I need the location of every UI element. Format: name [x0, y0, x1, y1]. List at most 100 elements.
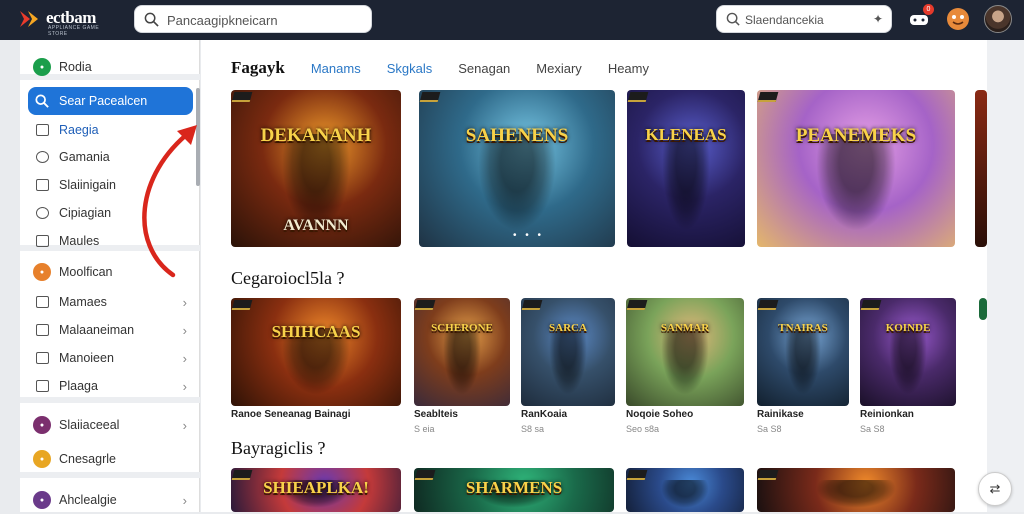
notification-badge: 0	[923, 4, 934, 15]
game-card[interactable]: SANMAR	[626, 298, 744, 406]
sidebar-item-label: Mamaes	[59, 295, 107, 309]
sidebar-item-15[interactable]: ● Ahclealgie ›	[28, 486, 193, 514]
sidebar-item-label: Malaaneiman	[59, 323, 135, 337]
game-title-art: TNAIRAS	[778, 322, 828, 334]
game-caption[interactable]: Reinionkan	[860, 409, 914, 420]
game-card-peek[interactable]	[975, 90, 987, 247]
game-title-art: PEANEMEKS	[795, 125, 917, 146]
game-art	[661, 328, 709, 396]
tab-6[interactable]: Heamy	[608, 61, 649, 76]
tab-5[interactable]: Mexiary	[536, 61, 582, 76]
rating-badge	[414, 300, 436, 310]
rating-badge	[521, 300, 543, 310]
profile-mascot-button[interactable]	[945, 6, 971, 32]
game-card[interactable]: PEANEMEKS	[757, 90, 955, 247]
sidebar-item-label: Slaiiaceeal	[59, 418, 120, 432]
game-card[interactable]: DEKANANH AVANNN	[231, 90, 401, 247]
sidebar-item-13[interactable]: ● Slaiiaceeal ›	[28, 411, 193, 439]
sidebar-item-9[interactable]: Mamaes ›	[28, 288, 193, 316]
logo-tagline: APPLIANCE GAME STORE	[48, 25, 100, 37]
game-meta: Seo s8a	[626, 424, 660, 434]
sidebar-item-14[interactable]: ● Cnesagrle	[28, 445, 193, 473]
game-caption[interactable]: Ranoe Seneanag Bainagi	[231, 409, 350, 420]
game-card[interactable]: SHIHCAAS	[231, 298, 401, 406]
sidebar-item-10[interactable]: Malaaneiman ›	[28, 316, 193, 344]
search-small-icon	[33, 349, 51, 367]
gold-circle-icon: ●	[33, 450, 51, 468]
game-art	[661, 480, 709, 508]
game-card[interactable]: SHARMENS	[414, 468, 614, 512]
lock-icon	[33, 321, 51, 339]
search-icon	[726, 12, 740, 26]
chat-icon: ⇄	[989, 481, 1001, 496]
sidebar-item-label: Raegia	[59, 123, 99, 137]
sidebar-item-11[interactable]: Manoieen ›	[28, 344, 193, 372]
rating-badge	[626, 470, 648, 480]
image-icon	[33, 377, 51, 395]
help-button[interactable]: ⇄	[978, 472, 1012, 506]
user-avatar[interactable]	[984, 5, 1012, 33]
carousel-dots[interactable]: • • •	[513, 230, 544, 241]
game-title-art: KLENEAS	[645, 125, 727, 144]
game-card[interactable]: KOINDE	[860, 298, 956, 406]
violet-circle-icon: ●	[33, 491, 51, 509]
home-circle-icon: ●	[33, 58, 51, 76]
sidebar-item-1[interactable]: ● Rodia	[28, 53, 193, 81]
chevron-right-icon: ›	[182, 417, 187, 433]
game-caption[interactable]: Rainikase	[757, 409, 804, 420]
puzzle-icon	[33, 176, 51, 194]
chevron-right-icon: ›	[182, 322, 187, 338]
game-meta: S eia	[414, 424, 435, 434]
top-bar: ectbam APPLIANCE GAME STORE ✦ 0	[0, 0, 1024, 40]
tab-4[interactable]: Senagan	[458, 61, 510, 76]
logo-chevron-icon	[20, 11, 38, 27]
sidebar-item-label: Gamania	[59, 150, 110, 164]
game-caption[interactable]: RanKoaia	[521, 409, 567, 420]
secondary-search-input[interactable]	[745, 10, 863, 30]
sidebar-item-12[interactable]: Plaaga ›	[28, 372, 193, 400]
rating-badge	[860, 300, 882, 310]
annotation-arrow-icon	[142, 125, 197, 278]
tab-2[interactable]: Manams	[311, 61, 361, 76]
game-card[interactable]: SAHENENS • • •	[419, 90, 615, 247]
app-logo[interactable]: ectbam APPLIANCE GAME STORE	[20, 8, 112, 37]
sidebar-item-label: Plaaga	[59, 379, 98, 393]
game-caption[interactable]: Noqoie Soheo	[626, 409, 693, 420]
game-card[interactable]: KLENEAS	[627, 90, 745, 247]
game-art	[816, 133, 896, 232]
main-search-box[interactable]	[134, 5, 372, 33]
main-search-input[interactable]	[167, 10, 367, 30]
game-subtitle-art: AVANNN	[283, 217, 349, 234]
game-card[interactable]: SHIEAPLKA!	[231, 468, 401, 512]
sidebar-item-2[interactable]: Sear Pacealcen	[28, 87, 193, 115]
game-art	[784, 328, 822, 396]
sidebar-item-label: Rodia	[59, 60, 92, 74]
game-card[interactable]	[626, 468, 744, 512]
rating-badge	[627, 92, 649, 102]
game-meta: Sa S8	[860, 424, 885, 434]
rating-badge	[231, 300, 253, 310]
game-art	[549, 328, 587, 396]
rating-badge	[757, 300, 779, 310]
game-caption[interactable]: Seablteis	[414, 409, 458, 420]
game-card[interactable]: SARCA	[521, 298, 615, 406]
game-title-art: SHARMENS	[465, 478, 563, 497]
game-card-peek[interactable]	[979, 298, 987, 320]
game-card[interactable]	[757, 468, 955, 512]
voice-icon[interactable]: ✦	[873, 12, 883, 26]
search-icon	[33, 92, 51, 110]
secondary-search-box[interactable]: ✦	[716, 5, 892, 33]
orange-circle-icon: ●	[33, 263, 51, 281]
tab-3[interactable]: Skgkals	[387, 61, 433, 76]
notifications-button[interactable]: 0	[906, 4, 934, 32]
chevron-right-icon: ›	[182, 294, 187, 310]
game-title-art: KOINDE	[885, 322, 931, 334]
game-card[interactable]: SCHERONE	[414, 298, 510, 406]
rating-badge	[419, 92, 441, 102]
category-tabs: Fagayk Manams Skgkals Senagan Mexiary Heamy	[231, 58, 675, 78]
section-title: Bayragiclis ?	[231, 438, 326, 458]
game-card[interactable]: TNAIRAS	[757, 298, 849, 406]
tab-1[interactable]: Fagayk	[231, 58, 285, 78]
mascot-icon	[947, 8, 969, 30]
game-title-art: SHIEAPLKA!	[263, 478, 369, 497]
